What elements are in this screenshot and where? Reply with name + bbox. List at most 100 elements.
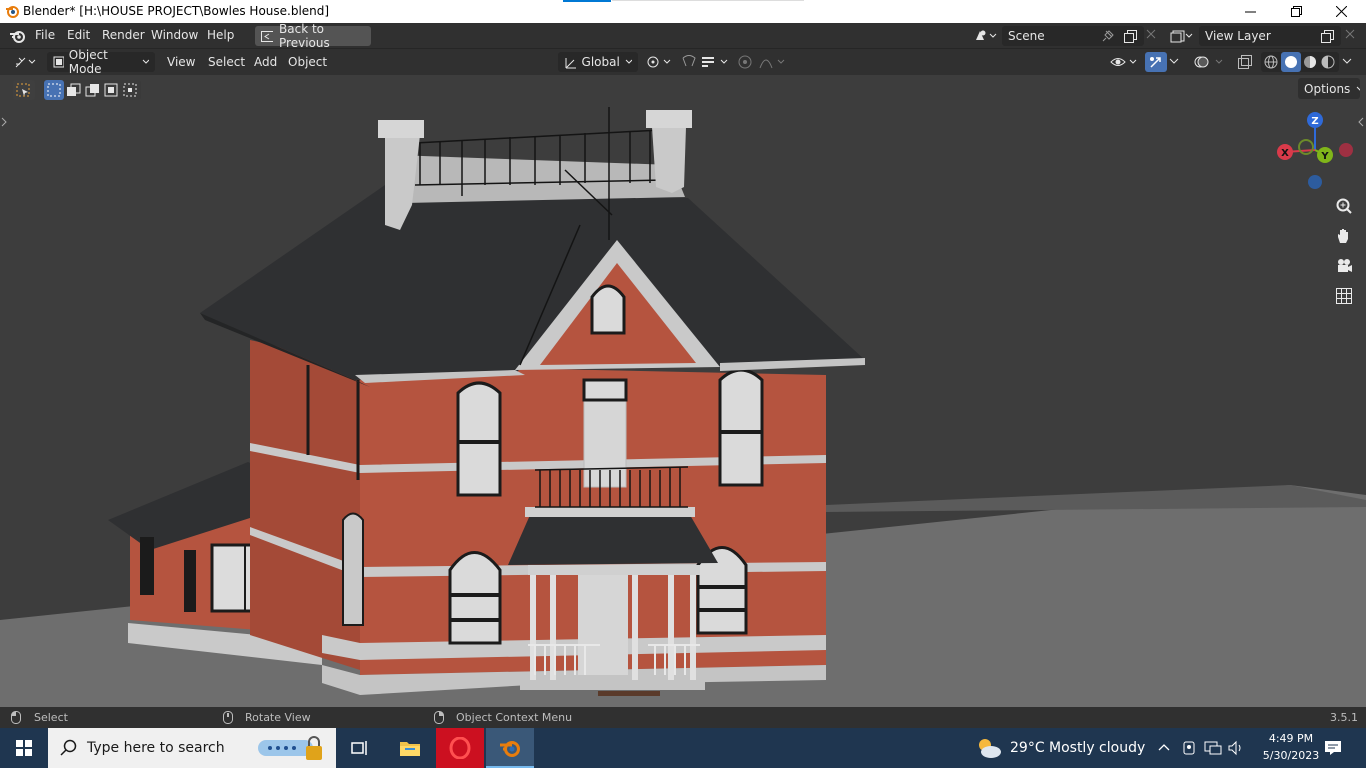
zoom-button[interactable] — [1331, 193, 1357, 219]
pin-icon[interactable] — [1102, 30, 1114, 42]
minimize-icon — [1244, 11, 1256, 13]
clock-time[interactable]: 4:49 PM — [1259, 732, 1323, 745]
volume-icon[interactable] — [1227, 740, 1245, 756]
search-placeholder: Type here to search — [87, 740, 225, 756]
object-mode-icon — [53, 56, 64, 68]
layer-close-icon[interactable] — [1345, 29, 1355, 39]
select-subtract-icon[interactable] — [85, 83, 101, 97]
chevron-down-icon — [625, 59, 632, 64]
restore-button[interactable] — [1273, 0, 1319, 23]
notifications-icon[interactable] — [1324, 740, 1342, 756]
chevron-down-icon[interactable] — [1169, 58, 1179, 66]
close-button[interactable] — [1318, 0, 1364, 23]
snap-increment-icon[interactable] — [700, 54, 732, 70]
snap-icon[interactable] — [680, 54, 698, 70]
view-layer-icon[interactable] — [1170, 28, 1194, 44]
solid-shading-button[interactable] — [1281, 52, 1301, 72]
wireframe-shading-icon[interactable] — [1263, 54, 1279, 70]
network-icon[interactable] — [1204, 740, 1222, 756]
select-new-button[interactable] — [44, 80, 64, 100]
mode-dropdown[interactable]: Object Mode — [47, 48, 155, 76]
clock-date[interactable]: 5/30/2023 — [1252, 749, 1330, 762]
select-box-icon — [16, 83, 30, 97]
orientation-dropdown[interactable]: Global — [558, 52, 638, 72]
back-icon — [261, 30, 274, 42]
select-mode-group — [43, 80, 141, 100]
top-menubar: File Edit Render Window Help Back to Pre… — [0, 22, 1366, 50]
title-tab-hint — [612, 0, 804, 1]
chimney-left-cap — [378, 120, 424, 138]
select-extend-icon[interactable] — [66, 83, 82, 97]
material-shading-icon[interactable] — [1302, 54, 1318, 70]
meet-now-icon[interactable] — [1181, 740, 1197, 756]
blender-logo-icon — [6, 6, 19, 18]
porch-roof — [508, 515, 718, 565]
weather-temp[interactable]: 29°C — [1010, 740, 1045, 756]
scene-name: Scene — [1008, 29, 1045, 43]
start-button[interactable] — [0, 728, 48, 768]
menu-view[interactable]: View — [167, 55, 195, 69]
axis-gizmo[interactable]: Z Y X — [1270, 105, 1360, 195]
search-icon — [60, 739, 77, 756]
toolbar-expand-icon[interactable] — [1, 117, 7, 127]
upper-window — [456, 381, 502, 497]
select-tool-button[interactable] — [13, 80, 35, 100]
scene-close-icon[interactable] — [1146, 29, 1156, 39]
viewport-3d[interactable]: Options Z Y X — [0, 75, 1366, 707]
rendered-shading-icon[interactable] — [1320, 54, 1336, 70]
menu-select[interactable]: Select — [208, 55, 245, 69]
blender-taskbar-button[interactable] — [486, 728, 534, 768]
pan-button[interactable] — [1331, 223, 1357, 249]
menu-add[interactable]: Add — [254, 55, 277, 69]
chevron-down-icon[interactable] — [1342, 58, 1352, 66]
task-view-button[interactable] — [336, 728, 384, 768]
view-layer-field[interactable]: View Layer — [1199, 26, 1341, 46]
annex-window — [184, 550, 196, 612]
taskbar-search[interactable]: Type here to search — [48, 728, 336, 768]
porch-beam — [528, 565, 700, 575]
task-view-icon — [351, 741, 367, 755]
roof-deck — [395, 155, 685, 203]
falloff-icon[interactable] — [758, 54, 788, 70]
new-scene-icon[interactable] — [1124, 29, 1137, 43]
xray-icon[interactable] — [1237, 54, 1253, 70]
gizmo-toggle[interactable] — [1145, 52, 1167, 72]
new-layer-icon[interactable] — [1321, 29, 1334, 43]
tray-overflow-icon[interactable] — [1158, 743, 1170, 751]
file-explorer-button[interactable] — [386, 728, 434, 768]
visibility-icon[interactable] — [1110, 54, 1140, 70]
blender-menu-icon[interactable] — [9, 28, 26, 44]
weather-condition[interactable]: Mostly cloudy — [1049, 740, 1145, 756]
scene-field[interactable]: Scene — [1002, 26, 1144, 46]
options-dropdown[interactable]: Options — [1298, 78, 1360, 99]
overlays-icon[interactable] — [1193, 54, 1227, 70]
mouse-middle-icon — [223, 711, 233, 724]
scene-type-icon[interactable] — [974, 28, 998, 44]
menu-edit[interactable]: Edit — [67, 28, 90, 42]
annex-window — [140, 537, 154, 595]
back-to-previous-button[interactable]: Back to Previous — [255, 22, 371, 50]
menu-object[interactable]: Object — [288, 55, 327, 69]
pivot-icon[interactable] — [645, 54, 673, 70]
close-icon — [1335, 6, 1347, 17]
window-title: Blender* [H:\HOUSE PROJECT\Bowles House.… — [23, 4, 330, 18]
ortho-toggle-button[interactable] — [1331, 283, 1357, 309]
house-scene — [0, 107, 1366, 707]
proportional-edit-icon[interactable] — [737, 54, 753, 70]
porch-step — [520, 680, 705, 690]
opera-button[interactable] — [436, 728, 484, 768]
editor-type-dropdown[interactable] — [8, 52, 42, 72]
menu-help[interactable]: Help — [207, 28, 234, 42]
menu-window[interactable]: Window — [151, 28, 198, 42]
menu-file[interactable]: File — [35, 28, 55, 42]
minimize-button[interactable] — [1227, 0, 1273, 23]
select-invert-icon[interactable] — [104, 83, 120, 97]
shading-modes — [1261, 52, 1339, 72]
status-bar: Select Rotate View Object Context Menu 3… — [0, 707, 1366, 728]
camera-view-button[interactable] — [1331, 253, 1357, 279]
windows-logo-icon — [16, 740, 32, 756]
select-intersect-icon[interactable] — [123, 83, 139, 97]
chevron-down-icon — [1356, 86, 1360, 90]
menu-render[interactable]: Render — [102, 28, 145, 42]
restore-icon — [1290, 6, 1302, 17]
